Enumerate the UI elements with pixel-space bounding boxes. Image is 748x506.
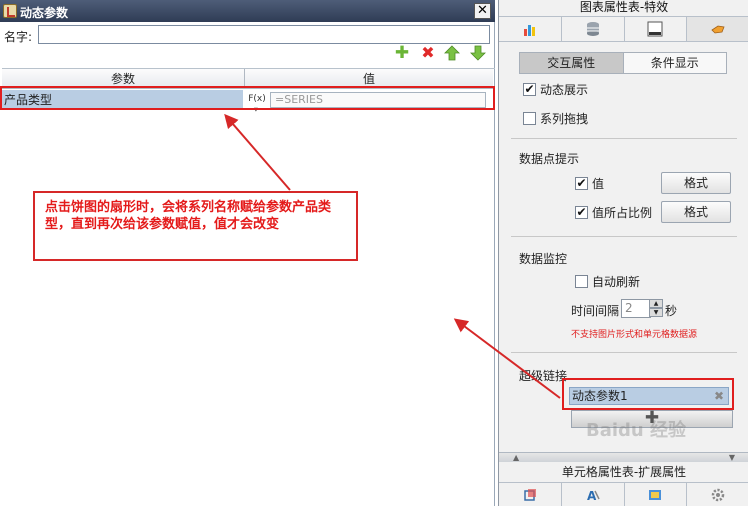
tip-value-format-button[interactable]: 格式 bbox=[661, 172, 731, 194]
monitor-label: 数据监控 bbox=[519, 252, 568, 266]
monitor-warning: 不支持图片形式和单元格数据源 bbox=[571, 330, 698, 340]
bar-chart-icon bbox=[523, 25, 535, 36]
dialog-titlebar: 动态参数 ✕ bbox=[0, 0, 495, 22]
hyperlink-highlight-box bbox=[562, 378, 734, 410]
panel-title: 图表属性表-特效 bbox=[579, 0, 669, 14]
dynamic-display-label: 动态展示 bbox=[540, 83, 589, 97]
hyperlink-label: 超级链接 bbox=[519, 369, 568, 383]
delete-icon[interactable]: ✖ bbox=[420, 45, 436, 61]
watermark: Baidu 经验 bbox=[586, 420, 687, 441]
series-drag-checkbox[interactable] bbox=[523, 112, 536, 125]
divider bbox=[511, 138, 737, 139]
cell-property-tabs: A bbox=[499, 482, 748, 506]
add-icon[interactable]: ✚ bbox=[394, 45, 410, 62]
cell-property-title: 单元格属性表-扩展属性 bbox=[561, 465, 687, 479]
expand-up-icon[interactable]: ▲ bbox=[513, 453, 519, 462]
tab-interaction[interactable]: 交互属性 bbox=[520, 53, 623, 73]
collapse-down-icon[interactable]: ▼ bbox=[729, 453, 735, 462]
segment-control: 交互属性 条件显示 bbox=[519, 52, 727, 74]
param-table: 参数 值 产品类型 F(x) =SERIES bbox=[2, 68, 495, 506]
text-style-icon bbox=[647, 21, 663, 37]
tip-percent-label: 值所占比例 bbox=[592, 206, 653, 220]
interval-spinner[interactable]: ▲ ▼ bbox=[649, 299, 663, 318]
tip-percent-checkbox[interactable]: ✔ bbox=[575, 206, 588, 219]
move-down-icon[interactable] bbox=[470, 45, 486, 61]
tab-data[interactable] bbox=[562, 17, 625, 41]
tab-chart-type[interactable] bbox=[499, 17, 562, 41]
tab-cell-attr[interactable] bbox=[625, 483, 688, 506]
name-label: 名字: bbox=[4, 30, 33, 44]
attribute-icon bbox=[649, 489, 662, 500]
auto-refresh-label: 自动刷新 bbox=[592, 275, 641, 289]
tab-effects[interactable] bbox=[687, 17, 748, 41]
interval-unit: 秒 bbox=[665, 304, 678, 318]
tab-style[interactable] bbox=[625, 17, 688, 41]
cell-element-icon bbox=[524, 488, 536, 501]
move-up-icon[interactable] bbox=[444, 45, 460, 61]
series-drag-label: 系列拖拽 bbox=[540, 112, 589, 126]
dynamic-param-dialog: 动态参数 ✕ 名字: ✚ ✖ 参数 值 产品类型 F(x) =SERIES 点击… bbox=[0, 0, 495, 506]
dialog-title: 动态参数 bbox=[20, 6, 69, 20]
tip-value-label: 值 bbox=[592, 177, 605, 191]
panel-splitter[interactable]: ▲ ▼ bbox=[499, 452, 748, 462]
hand-icon bbox=[711, 25, 725, 34]
tab-cell-element[interactable] bbox=[499, 483, 562, 506]
spin-up-icon[interactable]: ▲ bbox=[649, 299, 663, 308]
interval-input[interactable]: 2 bbox=[621, 299, 651, 318]
style-icon: A bbox=[587, 489, 600, 503]
database-icon bbox=[586, 22, 599, 36]
interval-label: 时间间隔 bbox=[571, 304, 620, 318]
annotation-note: 点击饼图的扇形时，会将系列名称赋给参数产品类型，直到再次给该参数赋值，值才会改变 bbox=[33, 191, 358, 261]
app-icon bbox=[3, 4, 17, 18]
auto-refresh-checkbox[interactable] bbox=[575, 275, 588, 288]
gear-icon bbox=[711, 488, 725, 501]
panel-tabs bbox=[499, 16, 748, 42]
spin-down-icon[interactable]: ▼ bbox=[649, 308, 663, 317]
tip-percent-format-button[interactable]: 格式 bbox=[661, 201, 731, 223]
tab-condition-display[interactable]: 条件显示 bbox=[622, 53, 726, 73]
dynamic-display-checkbox[interactable]: ✔ bbox=[523, 83, 536, 96]
close-icon[interactable]: ✕ bbox=[474, 3, 491, 19]
tab-cell-style[interactable]: A bbox=[562, 483, 625, 506]
name-field[interactable] bbox=[38, 25, 490, 44]
divider bbox=[511, 352, 737, 353]
chart-property-panel: 图表属性表-特效 交互属性 条件显示 ✔ 动态展示 系列拖拽 数据点提示 ✔ 值… bbox=[498, 0, 748, 506]
divider bbox=[511, 236, 737, 237]
datapoint-tip-label: 数据点提示 bbox=[519, 152, 580, 166]
tip-value-checkbox[interactable]: ✔ bbox=[575, 177, 588, 190]
row-highlight-box bbox=[0, 86, 495, 110]
tab-settings[interactable] bbox=[687, 483, 748, 506]
